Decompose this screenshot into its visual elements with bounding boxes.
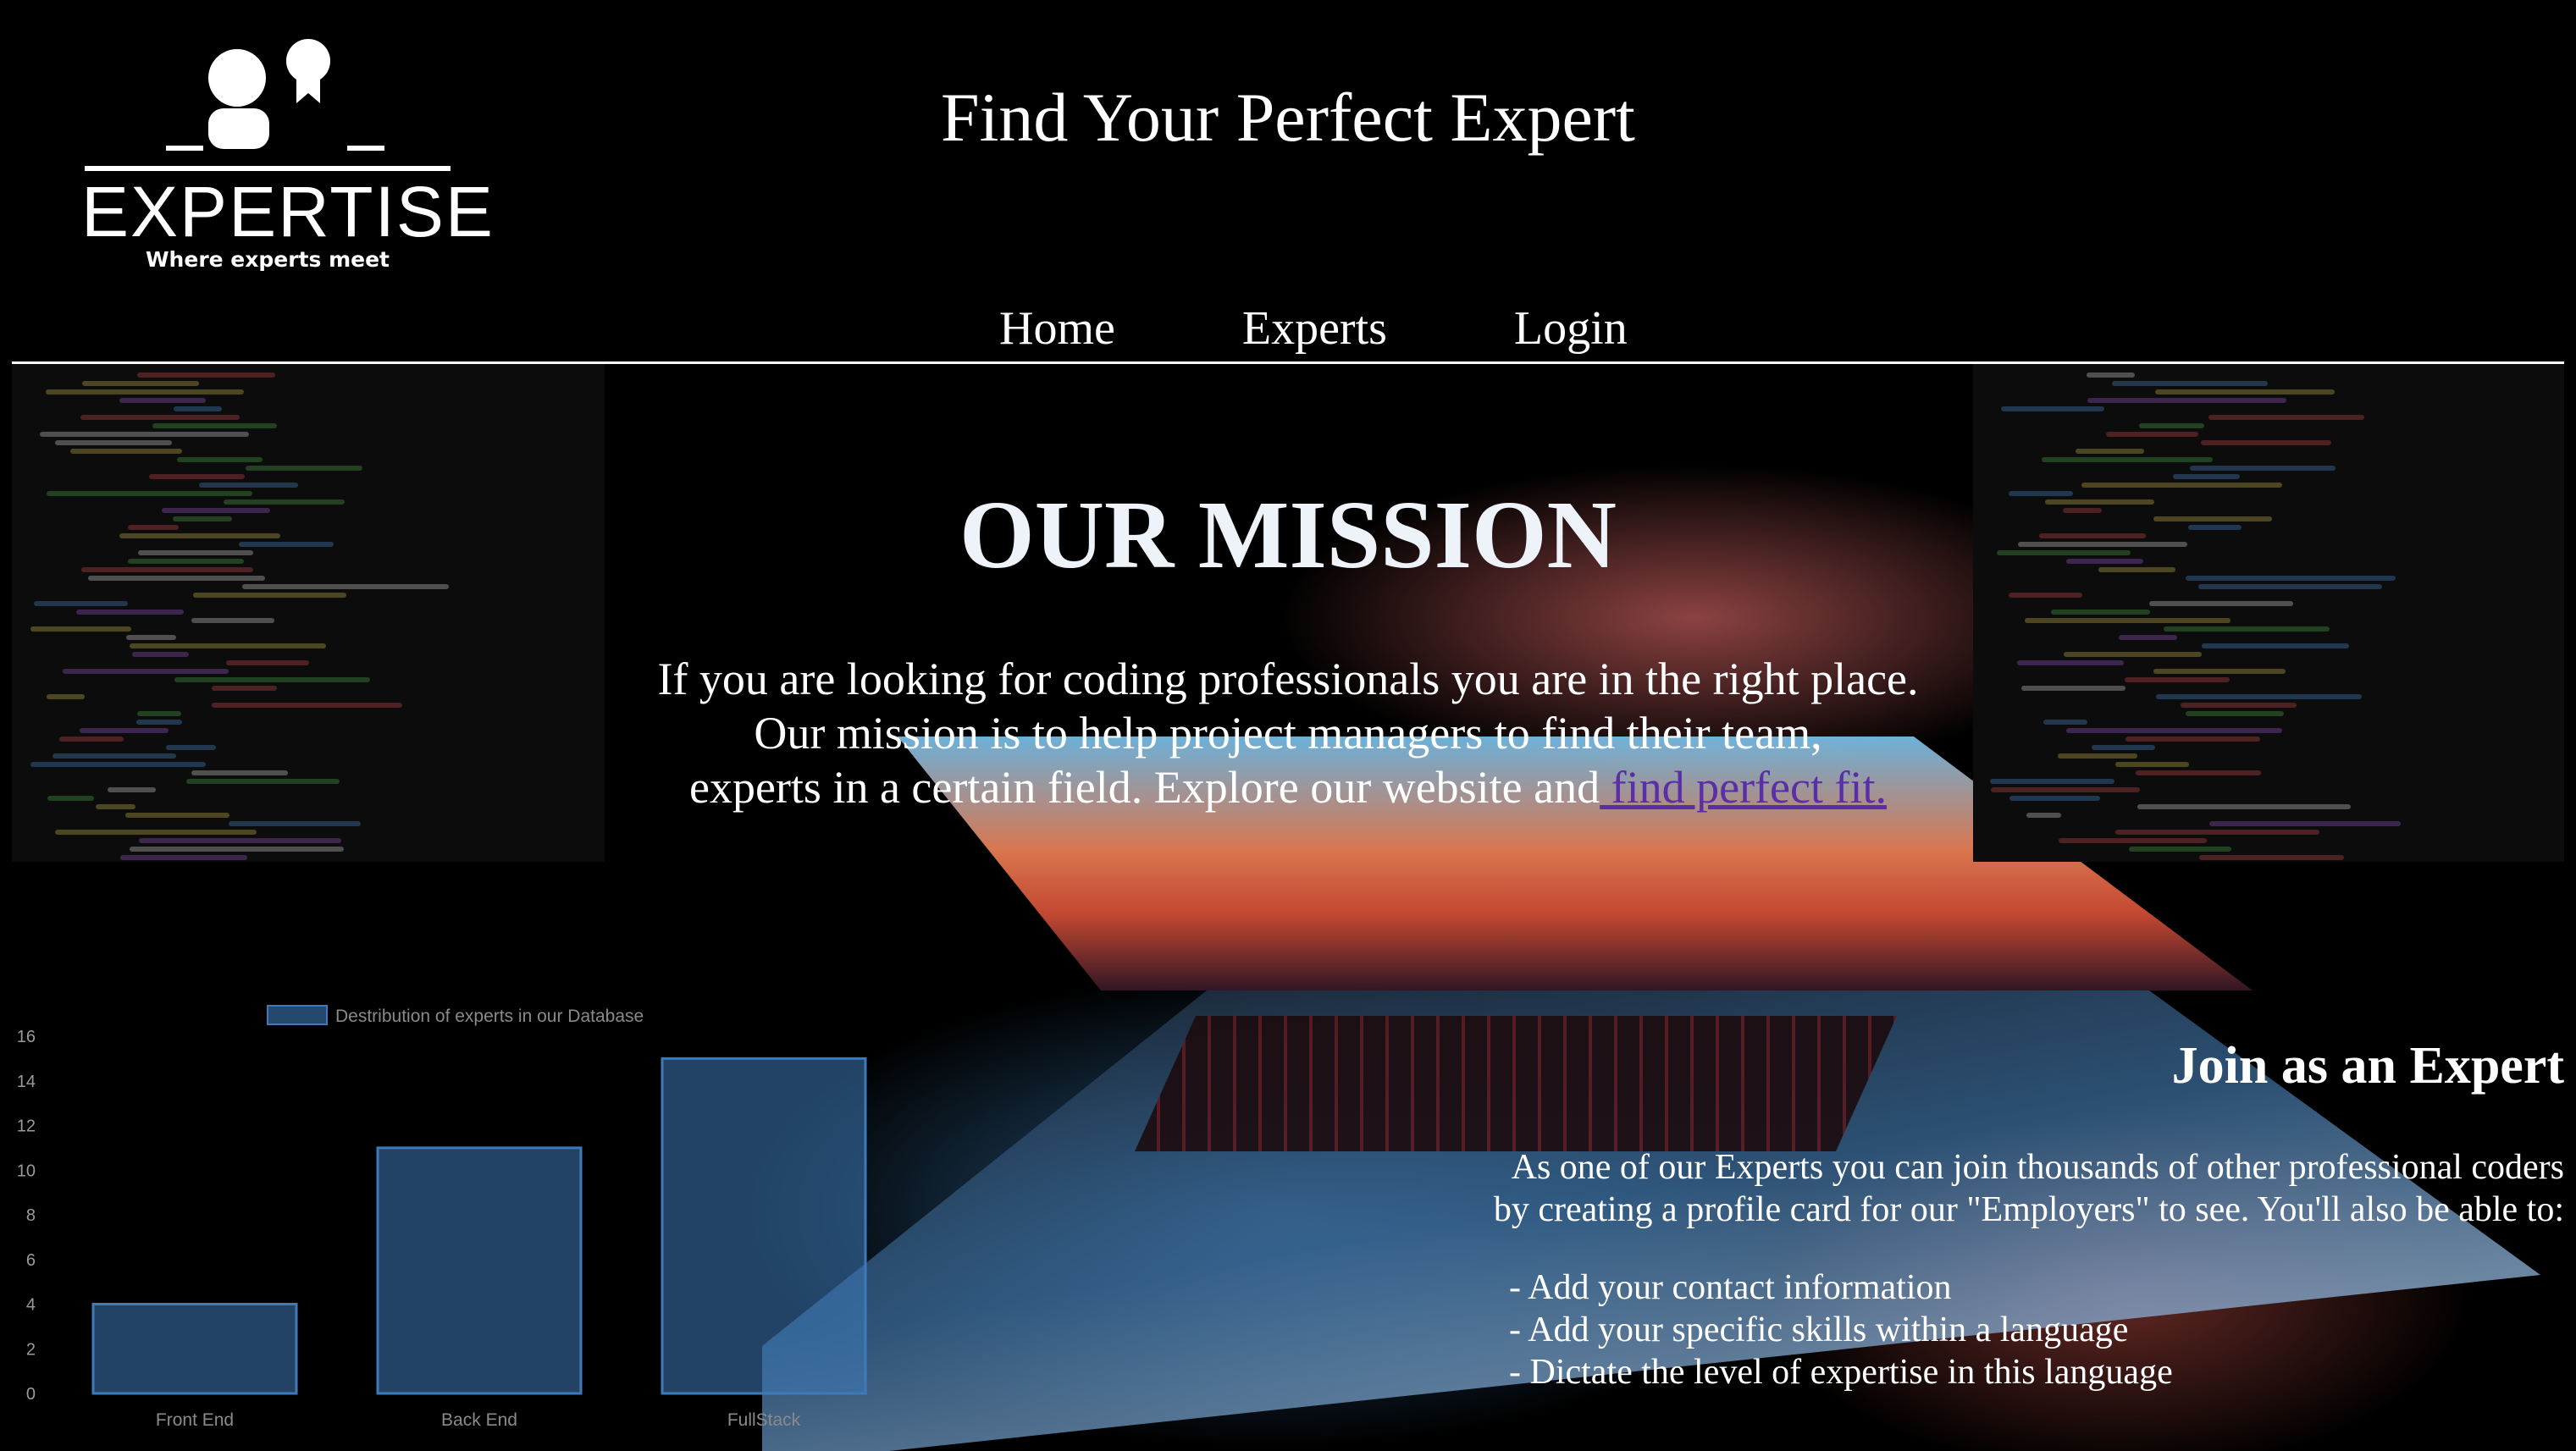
code-line (2128, 847, 2232, 852)
code-line (2202, 643, 2350, 648)
code-line (80, 415, 240, 420)
join-intro: As one of our Experts you can join thous… (1379, 1146, 2564, 1231)
code-line (40, 432, 249, 437)
code-line (82, 381, 199, 386)
bar-front-end (91, 1303, 298, 1395)
site-header: EXPERTISE Where experts meet Find Your P… (0, 0, 2576, 364)
code-line (2112, 381, 2268, 386)
code-line (55, 830, 257, 835)
join-heading: Join as an Expert (2171, 1037, 2564, 1095)
code-line (55, 440, 173, 445)
join-benefit-item: - Add your specific skills within a lang… (1509, 1310, 2129, 1349)
y-tick-label: 14 (17, 1073, 36, 1091)
join-benefit-item: - Add your contact information (1509, 1268, 1952, 1307)
code-line (2208, 821, 2402, 826)
legend-swatch (267, 1005, 328, 1025)
join-intro-line-2: by creating a profile card for our "Empl… (1493, 1190, 2564, 1229)
y-tick-label: 16 (17, 1028, 36, 1046)
code-line (46, 389, 244, 394)
y-tick-label: 2 (26, 1340, 36, 1359)
logo-wordmark: EXPERTISE (81, 172, 495, 251)
mission-line-2: Our mission is to help project managers … (754, 708, 1822, 759)
code-line (119, 398, 207, 403)
code-line (129, 643, 326, 648)
code-line (193, 593, 347, 598)
code-line (2076, 449, 2144, 454)
code-line (70, 449, 183, 454)
join-benefit-item: - Dictate the level of expertise in this… (1509, 1353, 2173, 1392)
code-line (2198, 855, 2344, 860)
code-line (125, 635, 177, 640)
code-line (2009, 593, 2082, 598)
mission-line-1: If you are looking for coding profession… (657, 654, 1919, 704)
code-line (2189, 466, 2336, 471)
x-tick-label: Back End (441, 1410, 517, 1430)
code-line (34, 601, 129, 606)
code-line (241, 584, 449, 589)
code-line (2041, 457, 2214, 462)
code-line (2208, 415, 2365, 420)
nav-home-link[interactable]: Home (999, 305, 1115, 352)
code-line (173, 406, 222, 411)
code-line (149, 474, 245, 479)
code-line (191, 618, 275, 623)
logo-tagline: Where experts meet (145, 247, 390, 272)
bar-fullstack (661, 1057, 867, 1395)
code-line (2058, 838, 2207, 843)
join-benefits-list: - Add your contact information - Add you… (1509, 1266, 2173, 1393)
x-tick-label: FullStack (727, 1410, 801, 1430)
code-line (176, 457, 263, 462)
mission-line-3-text: experts in a certain field. Explore our … (689, 762, 1600, 813)
code-line (138, 838, 342, 843)
code-line (152, 423, 277, 428)
code-line (2197, 584, 2382, 589)
code-line (2050, 610, 2151, 615)
site-title: Find Your Perfect Expert (941, 79, 1635, 156)
code-line (2149, 601, 2293, 606)
code-line (120, 855, 247, 860)
code-line (2164, 626, 2330, 632)
code-line (2115, 830, 2320, 835)
code-line (30, 626, 131, 632)
code-line (2087, 398, 2286, 403)
main-nav: Home Experts Login (999, 305, 1628, 352)
y-tick-label: 4 (26, 1296, 36, 1315)
code-line (2155, 389, 2336, 394)
code-line (2172, 474, 2241, 479)
code-line (2001, 406, 2104, 411)
bar-back-end (376, 1146, 583, 1395)
y-tick-label: 0 (26, 1385, 36, 1404)
code-line (2025, 618, 2231, 623)
join-intro-line-1: As one of our Experts you can join thous… (1511, 1148, 2564, 1187)
code-line (2201, 440, 2331, 445)
mission-text: If you are looking for coding profession… (0, 652, 2576, 814)
code-line (2138, 423, 2205, 428)
mission-heading: OUR MISSION (959, 481, 1617, 588)
code-line (228, 821, 361, 826)
code-line (2087, 372, 2136, 378)
code-line (75, 610, 184, 615)
y-tick-label: 12 (17, 1117, 36, 1136)
nav-experts-link[interactable]: Experts (1242, 305, 1387, 352)
find-perfect-fit-link[interactable]: find perfect fit. (1600, 762, 1887, 813)
legend-label: Destribution of experts in our Database (335, 1007, 644, 1026)
code-line (2106, 432, 2199, 437)
mission-line-3: experts in a certain field. Explore our … (0, 760, 2576, 814)
y-tick-label: 10 (17, 1161, 36, 1180)
y-tick-label: 8 (26, 1206, 36, 1225)
code-line (130, 847, 344, 852)
experts-distribution-chart: 0 2 4 6 8 10 12 14 16 Destribution of experts in … (17, 1005, 867, 1430)
code-line (136, 372, 275, 378)
code-line (2119, 635, 2178, 640)
y-tick-label: 6 (26, 1251, 36, 1270)
laptop-keyboard-image (1135, 1016, 1897, 1151)
site-logo[interactable]: EXPERTISE Where experts meet (81, 30, 495, 276)
code-line (246, 466, 363, 471)
x-tick-label: Front End (156, 1410, 234, 1430)
nav-login-link[interactable]: Login (1514, 305, 1628, 352)
